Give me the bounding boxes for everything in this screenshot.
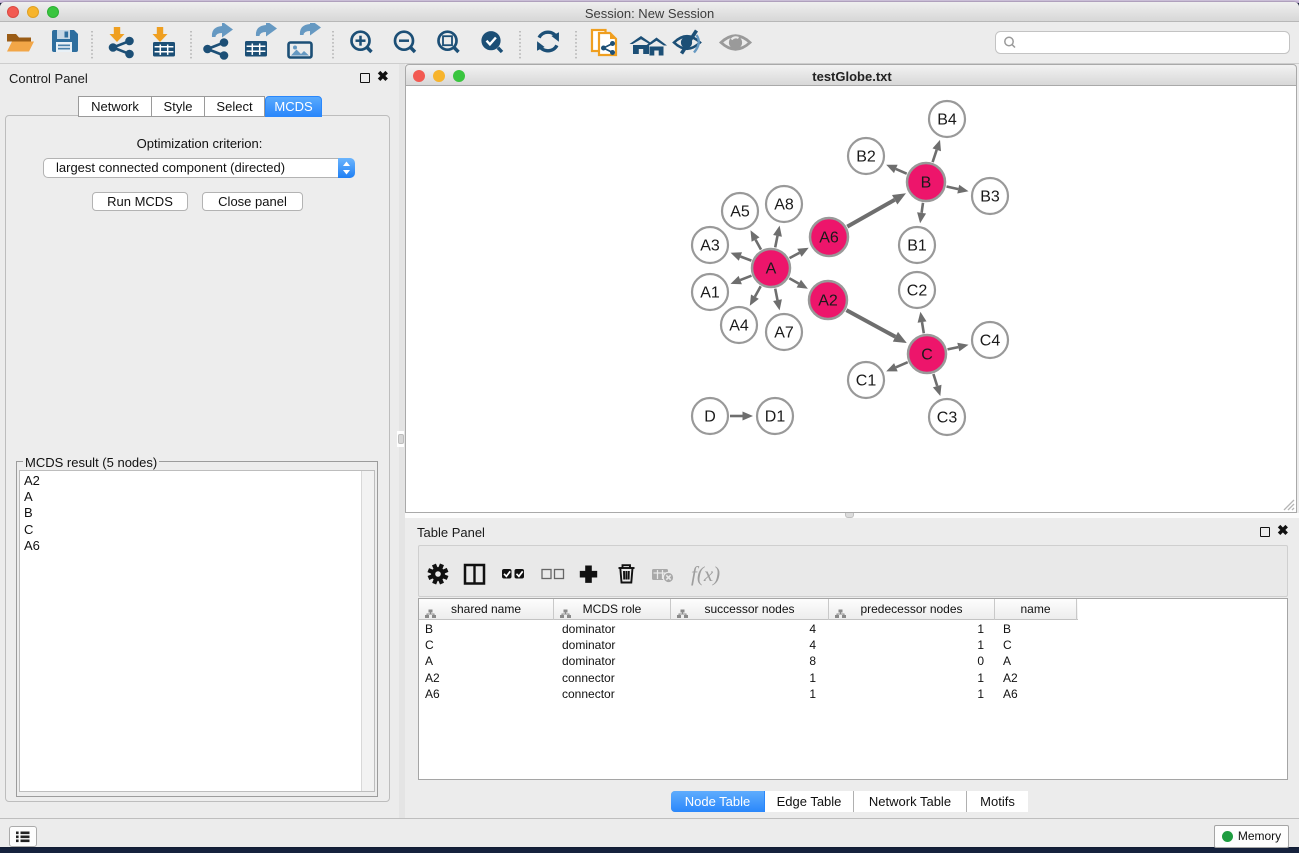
svg-text:A6: A6 xyxy=(819,230,839,247)
svg-text:A7: A7 xyxy=(774,325,794,342)
svg-text:A3: A3 xyxy=(700,238,720,255)
svg-text:f(x): f(x) xyxy=(691,562,720,586)
svg-text:C1: C1 xyxy=(856,373,877,390)
svg-text:C2: C2 xyxy=(907,283,928,300)
svg-text:B: B xyxy=(921,175,932,192)
svg-text:A2: A2 xyxy=(818,293,838,310)
svg-text:A1: A1 xyxy=(700,285,720,302)
svg-text:B1: B1 xyxy=(907,238,927,255)
svg-text:B4: B4 xyxy=(937,112,957,129)
svg-text:A: A xyxy=(766,261,777,278)
svg-text:C4: C4 xyxy=(980,333,1001,350)
svg-text:D: D xyxy=(704,409,716,426)
svg-text:D1: D1 xyxy=(765,409,786,426)
svg-text:A4: A4 xyxy=(729,318,749,335)
svg-text:C3: C3 xyxy=(937,410,958,427)
svg-text:A5: A5 xyxy=(730,204,750,221)
svg-text:B2: B2 xyxy=(856,149,876,166)
svg-text:B3: B3 xyxy=(980,189,1000,206)
svg-text:C: C xyxy=(921,347,933,364)
svg-text:A8: A8 xyxy=(774,197,794,214)
